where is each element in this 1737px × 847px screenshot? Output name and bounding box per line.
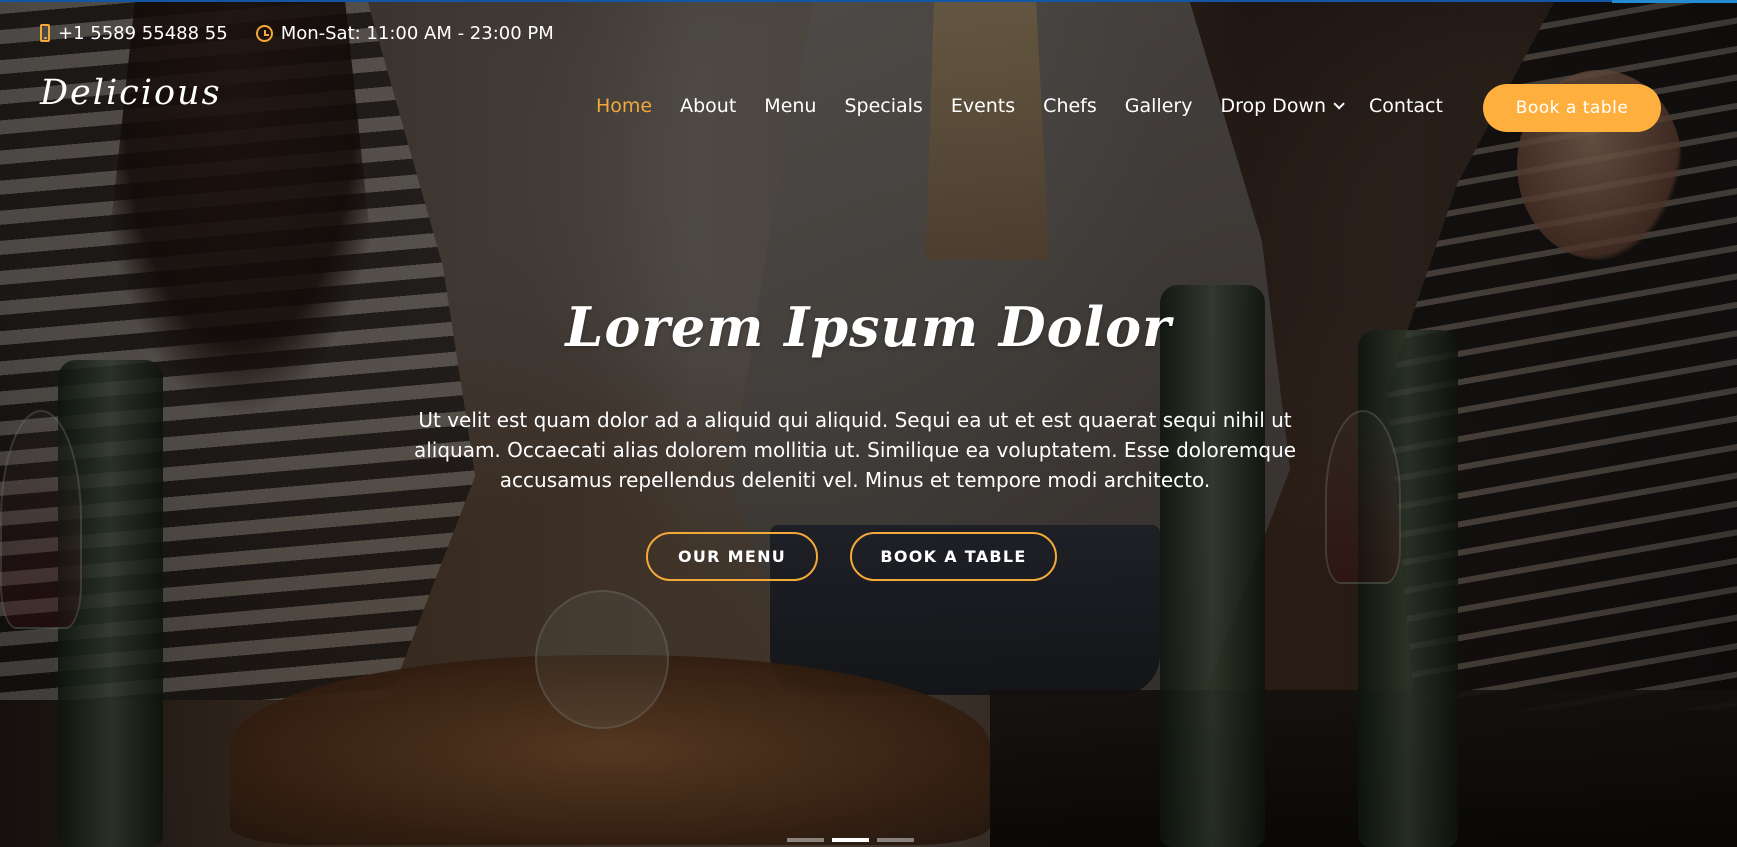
slide-indicator-1[interactable] (787, 838, 824, 842)
hero-title: Lorem Ipsum Dolor (565, 295, 1172, 359)
our-menu-button[interactable]: OUR MENU (646, 532, 818, 581)
progress-accent (1612, 0, 1737, 3)
hero-content: Lorem Ipsum Dolor Ut velit est quam dolo… (0, 0, 1737, 847)
hero-description: Ut velit est quam dolor ad a aliquid qui… (413, 408, 1297, 492)
page-progress-line (0, 0, 1737, 3)
hero-actions: OUR MENU BOOK A TABLE (646, 532, 1057, 581)
restaurant-hero-page: +1 5589 55488 55 Mon-Sat: 11:00 AM - 23:… (0, 0, 1737, 847)
book-a-table-hero-button[interactable]: BOOK A TABLE (850, 532, 1057, 581)
hero-slider-indicators (787, 838, 914, 842)
slide-indicator-3[interactable] (877, 838, 914, 842)
slide-indicator-2[interactable] (832, 838, 869, 842)
